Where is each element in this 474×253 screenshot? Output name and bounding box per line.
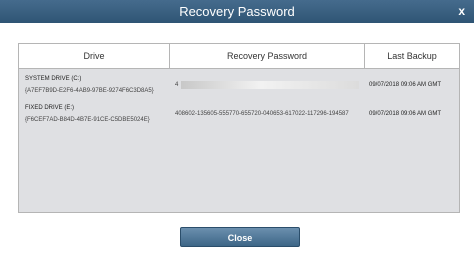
last-backup: 09/07/2018 09:06 AM GMT bbox=[369, 111, 442, 117]
drive-name: FIXED DRIVE (E:) bbox=[25, 105, 75, 111]
last-backup: 09/07/2018 09:06 AM GMT bbox=[369, 82, 442, 88]
table-row[interactable]: FIXED DRIVE (E:) {F6CEF7AD-B84D-4B7E-91C… bbox=[19, 103, 459, 131]
column-header-drive[interactable]: Drive bbox=[19, 44, 169, 68]
column-header-last-backup[interactable]: Last Backup bbox=[365, 44, 459, 68]
table-body: SYSTEM DRIVE (C:) {A7EF7B9D-E2F6-4AB9-97… bbox=[19, 69, 459, 212]
drive-name: SYSTEM DRIVE (C:) bbox=[25, 76, 82, 82]
recovery-password: 408602-135605-555770-655720-040653-61702… bbox=[175, 111, 349, 117]
recovery-password-table: Drive Recovery Password Last Backup SYST… bbox=[18, 43, 460, 213]
dialog-title: Recovery Password bbox=[179, 4, 295, 19]
close-icon[interactable]: x bbox=[458, 4, 465, 18]
dialog-titlebar: Recovery Password x bbox=[0, 0, 474, 23]
password-redaction bbox=[181, 81, 359, 89]
recovery-password: 4 bbox=[175, 82, 179, 88]
drive-id: {F6CEF7AD-B84D-4B7E-91CE-C5DBE5024E} bbox=[25, 117, 150, 123]
drive-id: {A7EF7B9D-E2F6-4AB9-97BE-9274F6C3D8A5} bbox=[25, 88, 154, 94]
column-header-recovery-password[interactable]: Recovery Password bbox=[170, 44, 364, 68]
table-header: Drive Recovery Password Last Backup bbox=[19, 44, 459, 69]
close-button[interactable]: Close bbox=[180, 227, 300, 247]
table-row[interactable]: SYSTEM DRIVE (C:) {A7EF7B9D-E2F6-4AB9-97… bbox=[19, 74, 459, 102]
